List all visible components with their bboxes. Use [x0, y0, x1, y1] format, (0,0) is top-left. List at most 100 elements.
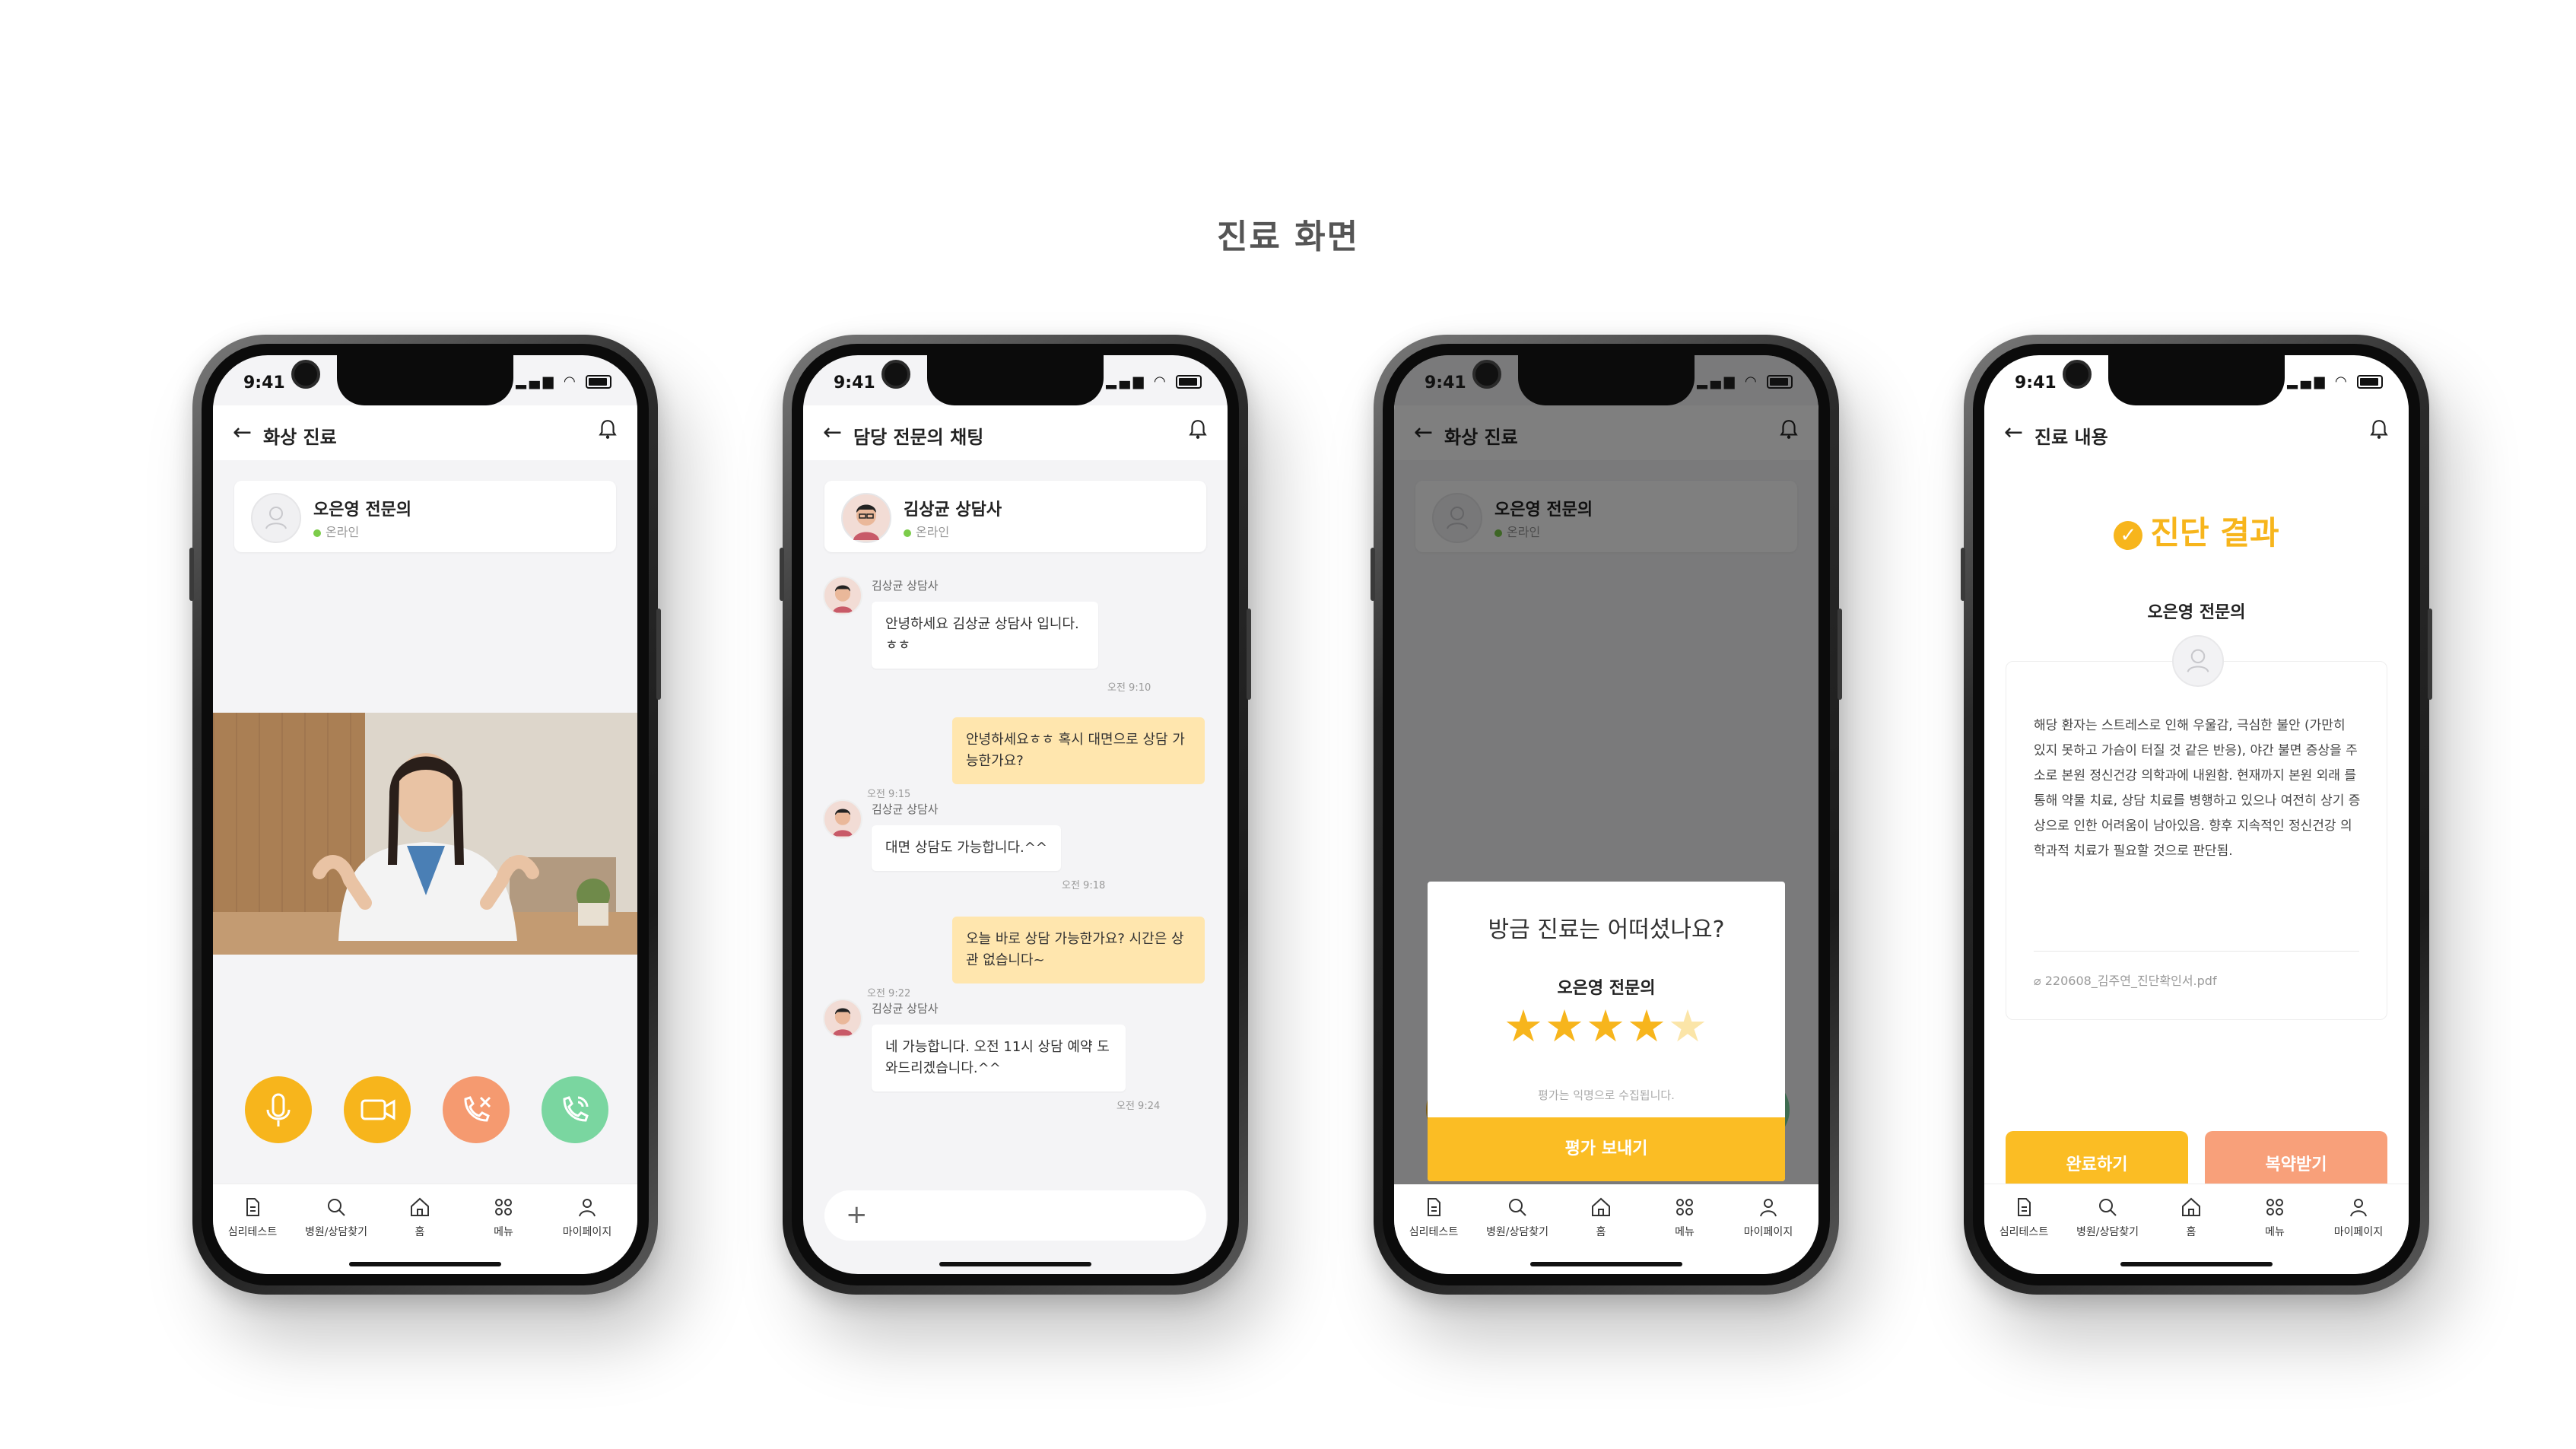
tab-home[interactable]: 홈 — [382, 1196, 458, 1239]
phone-call-icon — [563, 1096, 589, 1122]
sender-avatar — [823, 799, 862, 839]
mic-button[interactable] — [245, 1076, 312, 1143]
camera-button[interactable] — [344, 1076, 411, 1143]
message-time: 오전 9:24 — [1116, 1101, 1161, 1112]
user-placeholder-icon — [2187, 649, 2209, 672]
phone-off-icon — [464, 1096, 491, 1122]
screen: 9:41 ▂▄▆ ◠ ← 화상 진료 오은영 전문의 온라인 방금 진료는 어떠… — [1394, 355, 1818, 1274]
status-time: 9:41 — [1425, 373, 1466, 392]
anonymous-note: 평가는 익명으로 수집됩니다. — [1538, 1088, 1675, 1102]
bottom-tab-bar: 심리테스트 병원/상담찾기 홈 메뉴 마이페이지 — [1984, 1184, 2409, 1274]
star-icon[interactable]: ★ — [1586, 1000, 1627, 1052]
counselor-name: 김상균 상담사 — [904, 500, 1002, 520]
tab-hospital-search[interactable]: 병원/상담찾기 — [2069, 1196, 2146, 1239]
page-title: 진료 화면 — [1216, 218, 1360, 256]
grid-icon — [495, 1199, 512, 1215]
document-icon — [2018, 1198, 2031, 1216]
screen: 9:41 ▂▄▆ ◠ ← 화상 진료 오은영 전문의 온라인 심리테스트 병원/… — [213, 355, 637, 1274]
tab-menu[interactable]: 메뉴 — [1647, 1196, 1723, 1239]
chat-input[interactable]: + — [824, 1190, 1206, 1241]
diagnosis-doctor: 오은영 전문의 — [2147, 603, 2246, 622]
doctor-name: 오은영 전문의 — [313, 500, 412, 520]
star-icon[interactable]: ★ — [1504, 1000, 1545, 1052]
header-title: 진료 내용 — [2034, 427, 2108, 448]
sender-avatar — [823, 576, 862, 615]
search-icon — [2099, 1199, 2117, 1216]
home-indicator — [1530, 1262, 1682, 1266]
doctor-video-image — [213, 713, 637, 955]
video-feed — [213, 713, 637, 955]
diagnosis-card: 해당 환자는 스트레스로 인해 우울감, 극심한 불안 (가만히 있지 못하고 … — [2006, 661, 2387, 1020]
battery-icon — [586, 375, 611, 389]
app-header: ← 담당 전문의 채팅 — [803, 405, 1228, 460]
back-arrow-icon[interactable]: ← — [2004, 419, 2023, 446]
tab-hospital-search[interactable]: 병원/상담찾기 — [298, 1196, 374, 1239]
app-header: ← 진료 내용 — [1984, 405, 2409, 460]
document-icon — [1428, 1198, 1440, 1216]
screen: 9:41 ▂▄▆ ◠ ← 진료 내용 ✓ 진단 결과 오은영 전문의 해당 환자는… — [1984, 355, 2409, 1274]
tab-hospital-search[interactable]: 병원/상담찾기 — [1479, 1196, 1555, 1239]
user-icon — [579, 1199, 596, 1217]
attachment-link[interactable]: ⌀ 220608_김주연_진단확인서.pdf — [2034, 971, 2217, 989]
star-rating[interactable]: ★★★★★ — [1428, 1000, 1785, 1052]
status-time: 9:41 — [243, 373, 285, 392]
paperclip-icon: ⌀ — [2034, 974, 2045, 988]
star-icon[interactable]: ★ — [1627, 1000, 1668, 1052]
tab-home[interactable]: 홈 — [1563, 1196, 1639, 1239]
microphone-icon — [266, 1093, 291, 1126]
tab-mypage[interactable]: 마이페이지 — [549, 1196, 625, 1239]
doctor-card[interactable]: 오은영 전문의 온라인 — [234, 481, 616, 552]
back-arrow-icon[interactable]: ← — [823, 419, 842, 446]
avatar — [251, 493, 301, 543]
star-icon[interactable]: ★ — [1668, 1000, 1709, 1052]
rating-modal: 방금 진료는 어떠셨나요? 오은영 전문의 ★★★★★ 평가는 익명으로 수집됩… — [1428, 882, 1785, 1181]
plus-icon[interactable]: + — [846, 1200, 868, 1230]
search-icon — [1509, 1199, 1526, 1216]
tab-mypage[interactable]: 마이페이지 — [2320, 1196, 2397, 1239]
avatar — [2172, 635, 2224, 687]
star-icon[interactable]: ★ — [1545, 1000, 1586, 1052]
user-icon — [2350, 1199, 2367, 1217]
bell-icon[interactable] — [1188, 419, 1208, 440]
back-arrow-icon[interactable]: ← — [233, 419, 252, 446]
online-status: 온라인 — [904, 522, 949, 540]
phone-chat: 9:41 ▂▄▆ ◠ ← 담당 전문의 채팅 김상균 상담사 온라인 김상균 상… — [780, 335, 1251, 1295]
header-title: 담당 전문의 채팅 — [853, 427, 984, 448]
counselor-card[interactable]: 김상균 상담사 온라인 — [824, 481, 1206, 552]
status-time: 9:41 — [2015, 373, 2057, 392]
status-icons: ▂▄▆ ◠ — [2287, 373, 2383, 389]
message-outgoing: 오늘 바로 상담 가능한가요? 시간은 상관 없습니다~ — [952, 917, 1205, 983]
battery-icon — [2357, 375, 2383, 389]
search-icon — [328, 1199, 345, 1216]
bell-icon[interactable] — [598, 419, 618, 440]
tab-psych-test[interactable]: 심리테스트 — [1986, 1196, 2062, 1239]
bottom-tab-bar: 심리테스트 병원/상담찾기 홈 메뉴 마이페이지 — [213, 1184, 637, 1274]
message-incoming: 안녕하세요 김상균 상담사 입니다. ㅎㅎ — [872, 602, 1098, 669]
home-indicator — [2120, 1262, 2273, 1266]
message-incoming: 대면 상담도 가능합니다.^^ — [872, 825, 1061, 871]
home-icon — [2182, 1197, 2200, 1216]
tab-mypage[interactable]: 마이페이지 — [1730, 1196, 1806, 1239]
diagnosis-text: 해당 환자는 스트레스로 인해 우울감, 극심한 불안 (가만히 있지 못하고 … — [2034, 718, 2361, 859]
avatar — [841, 493, 891, 543]
home-icon — [1592, 1197, 1610, 1216]
check-circle-icon: ✓ — [2114, 520, 2143, 550]
tab-psych-test[interactable]: 심리테스트 — [214, 1196, 291, 1239]
status-time: 9:41 — [834, 373, 875, 392]
user-placeholder-icon — [265, 507, 287, 529]
bottom-tab-bar: 심리테스트 병원/상담찾기 홈 메뉴 마이페이지 — [1394, 1184, 1818, 1274]
tab-home[interactable]: 홈 — [2153, 1196, 2229, 1239]
message-incoming: 네 가능합니다. 오전 11시 상담 예약 도와드리겠습니다.^^ — [872, 1025, 1126, 1092]
call-button[interactable] — [542, 1076, 608, 1143]
submit-rating-button[interactable]: 평가 보내기 — [1428, 1117, 1785, 1181]
tab-menu[interactable]: 메뉴 — [465, 1196, 542, 1239]
sender-name: 김상균 상담사 — [872, 802, 939, 816]
online-dot-icon — [904, 529, 911, 537]
hangup-button[interactable] — [443, 1076, 510, 1143]
counselor-photo — [853, 504, 879, 540]
sender-name: 김상균 상담사 — [872, 1002, 939, 1015]
video-camera-icon — [361, 1099, 395, 1120]
tab-psych-test[interactable]: 심리테스트 — [1396, 1196, 1472, 1239]
tab-menu[interactable]: 메뉴 — [2237, 1196, 2313, 1239]
bell-icon[interactable] — [2369, 419, 2389, 440]
